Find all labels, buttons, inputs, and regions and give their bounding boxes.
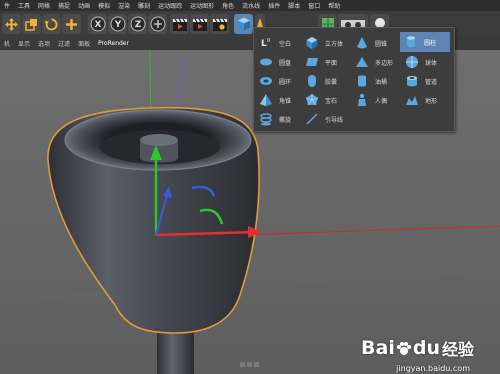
menu-item-tube[interactable]: 管道 xyxy=(404,72,437,90)
menu-item-sphere[interactable]: 球体 xyxy=(404,53,437,71)
platonic-icon xyxy=(304,92,320,108)
paw-icon xyxy=(396,340,412,356)
menu-item-oil-tank[interactable]: 油桶 xyxy=(354,72,387,90)
menu-item-simulate[interactable]: 模拟 xyxy=(94,1,114,10)
sphere-icon xyxy=(404,54,420,70)
move-tool-button[interactable] xyxy=(2,14,21,34)
landscape-icon xyxy=(404,92,420,108)
menu-item-capsule[interactable]: 胶囊 xyxy=(304,72,337,90)
cube-icon xyxy=(304,35,320,51)
menu-item-platonic[interactable]: 宝石 xyxy=(304,91,337,109)
menu-item-motion-tracker[interactable]: 运动跟踪 xyxy=(154,1,186,10)
rotate-icon xyxy=(44,18,58,30)
cone-icon xyxy=(354,35,370,51)
menu-item-tools[interactable]: 工具 xyxy=(14,1,34,10)
menu-item-help[interactable]: 帮助 xyxy=(324,1,344,10)
menu-bar: 件 工具 网格 捕捉 动画 模拟 渲染 雕刻 运动跟踪 运动图形 角色 流水线 … xyxy=(0,0,500,11)
menu-item-plugins[interactable]: 插件 xyxy=(264,1,284,10)
disc-icon xyxy=(258,54,274,70)
tube-icon xyxy=(404,73,420,89)
y-axis-icon: Y xyxy=(110,16,125,32)
viewport-menu-cameras[interactable]: 机 xyxy=(0,39,14,48)
menu-item-helix[interactable]: 螺旋 xyxy=(258,110,291,128)
capsule-icon xyxy=(304,73,320,89)
oil-tank-icon xyxy=(354,73,370,89)
primitive-objects-menu: L0 空白 立方体 圆锥 圆柱 圆盘 平面 多边形 球体 圆环 胶囊 油桶 管道… xyxy=(253,27,455,132)
menu-item-character[interactable]: 角色 xyxy=(218,1,238,10)
polygon-icon xyxy=(354,54,370,70)
torus-icon xyxy=(258,73,274,89)
menu-item-pyramid[interactable]: 角锥 xyxy=(258,91,291,109)
menu-item-snap[interactable]: 捕捉 xyxy=(54,1,74,10)
move-icon xyxy=(5,17,18,31)
z-axis-lock-button[interactable]: Z xyxy=(128,14,147,34)
menu-item-pipeline[interactable]: 流水线 xyxy=(238,1,264,10)
menu-item-landscape[interactable]: 地形 xyxy=(404,91,437,109)
pyramid-icon xyxy=(258,92,274,108)
viewport-menu-prorender[interactable]: ProRender xyxy=(94,40,133,47)
plus-icon xyxy=(66,18,77,30)
x-axis-icon: X xyxy=(90,16,105,32)
clapperboard-picture-icon xyxy=(192,18,207,31)
figure-icon xyxy=(354,92,370,108)
add-cube-button[interactable] xyxy=(234,14,253,34)
menu-item-mograph[interactable]: 运动图形 xyxy=(186,1,218,10)
viewport-menu-filter[interactable]: 过滤 xyxy=(54,39,74,48)
baidu-watermark-url: jingyan.baidu.com xyxy=(396,364,470,373)
viewport-bottom-indicator xyxy=(240,362,259,367)
plane-icon xyxy=(304,54,320,70)
menu-item-guide[interactable]: 引导线 xyxy=(304,110,343,128)
menu-item-polygon[interactable]: 多边形 xyxy=(354,53,393,71)
menu-item-torus[interactable]: 圆环 xyxy=(258,72,291,90)
guide-icon xyxy=(304,111,320,127)
menu-item-file[interactable]: 件 xyxy=(0,1,14,10)
inner-cylinder-top xyxy=(140,134,178,146)
rotate-tool-button[interactable] xyxy=(42,14,61,34)
menu-item-sculpt[interactable]: 雕刻 xyxy=(134,1,154,10)
scale-icon xyxy=(25,18,37,31)
menu-item-cone[interactable]: 圆锥 xyxy=(354,34,387,52)
menu-item-disc[interactable]: 圆盘 xyxy=(258,53,291,71)
cube-icon xyxy=(237,17,250,31)
viewport-menu-options[interactable]: 选项 xyxy=(34,39,54,48)
svg-text:Y: Y xyxy=(113,20,121,30)
svg-text:0: 0 xyxy=(267,38,270,44)
add-tool-button[interactable] xyxy=(62,14,81,34)
menu-item-null[interactable]: L0 空白 xyxy=(258,34,291,52)
svg-text:Z: Z xyxy=(134,20,141,30)
clapperboard-icon xyxy=(172,18,187,31)
z-axis-icon: Z xyxy=(130,16,145,32)
render-picture-viewer-button[interactable] xyxy=(190,14,209,34)
menu-item-mesh[interactable]: 网格 xyxy=(34,1,54,10)
viewport-menu-display[interactable]: 显示 xyxy=(14,39,34,48)
menu-item-cube[interactable]: 立方体 xyxy=(304,34,343,52)
render-settings-button[interactable] xyxy=(210,14,229,34)
menu-item-figure[interactable]: 人偶 xyxy=(354,91,387,109)
menu-item-plane[interactable]: 平面 xyxy=(304,53,337,71)
menu-item-script[interactable]: 脚本 xyxy=(284,1,304,10)
clapperboard-settings-icon xyxy=(212,18,227,31)
coordinate-system-icon xyxy=(150,16,165,32)
y-axis-lock-button[interactable]: Y xyxy=(108,14,127,34)
viewport-menu-panel[interactable]: 面板 xyxy=(74,39,94,48)
menu-item-animate[interactable]: 动画 xyxy=(74,1,94,10)
null-object-icon: L0 xyxy=(258,35,274,51)
menu-item-window[interactable]: 窗口 xyxy=(304,1,324,10)
svg-text:X: X xyxy=(94,20,101,30)
baidu-watermark: Bai du 经验 xyxy=(361,337,474,359)
menu-item-cylinder[interactable]: 圆柱 xyxy=(400,32,450,52)
x-axis-lock-button[interactable]: X xyxy=(88,14,107,34)
helix-icon xyxy=(258,111,274,127)
menu-item-render[interactable]: 渲染 xyxy=(114,1,134,10)
coordinate-system-button[interactable] xyxy=(148,14,167,34)
stem-cylinder xyxy=(157,330,194,374)
render-view-button[interactable] xyxy=(170,14,189,34)
scale-tool-button[interactable] xyxy=(22,14,41,34)
cylinder-icon xyxy=(403,34,419,50)
